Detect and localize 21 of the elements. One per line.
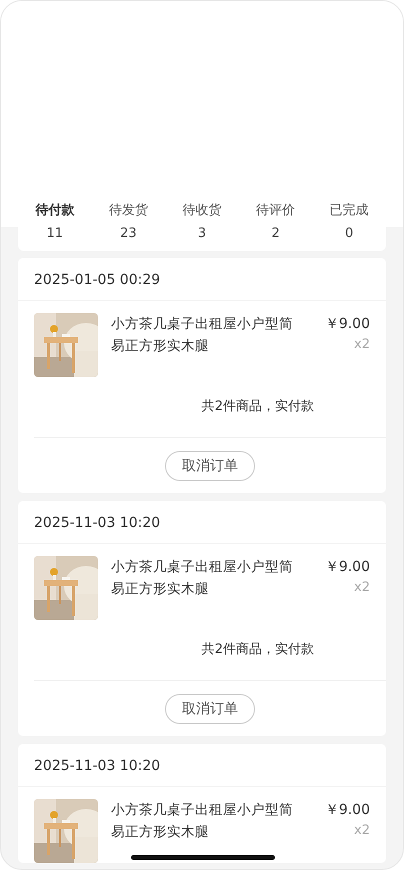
order-time: 2025-01-05 00:29 bbox=[18, 258, 386, 301]
order-time: 2025-11-03 10:20 bbox=[18, 744, 386, 787]
product-price: ￥9.00 bbox=[324, 558, 370, 577]
order-time: 2025-11-03 10:20 bbox=[18, 501, 386, 544]
product-quantity: x2 bbox=[354, 580, 370, 595]
order-tab[interactable]: 待评价 2 bbox=[238, 201, 312, 241]
order-tab[interactable]: 待发货 23 bbox=[92, 201, 166, 241]
product-title: 小方茶几桌子出租屋小户型简易正方形实木腿 bbox=[111, 315, 294, 356]
product-price: ￥9.00 bbox=[324, 801, 370, 820]
cancel-order-button[interactable]: 取消订单 bbox=[165, 451, 255, 481]
product-price: ￥9.00 bbox=[324, 315, 370, 334]
cancel-order-button[interactable]: 取消订单 bbox=[165, 694, 255, 724]
order-summary: 共2件商品，实付款 bbox=[200, 398, 315, 416]
order-tab[interactable]: 待收货 3 bbox=[165, 201, 239, 241]
order-tab[interactable]: 已完成 0 bbox=[312, 201, 386, 241]
order-tab[interactable]: 待付款 11 bbox=[18, 201, 92, 241]
product-quantity: x2 bbox=[354, 337, 370, 352]
product-title: 小方茶几桌子出租屋小户型简易正方形实木腿 bbox=[111, 801, 294, 842]
product-title: 小方茶几桌子出租屋小户型简易正方形实木腿 bbox=[111, 558, 294, 599]
order-summary: 共2件商品，实付款 bbox=[200, 641, 315, 659]
product-quantity: x2 bbox=[354, 823, 370, 838]
